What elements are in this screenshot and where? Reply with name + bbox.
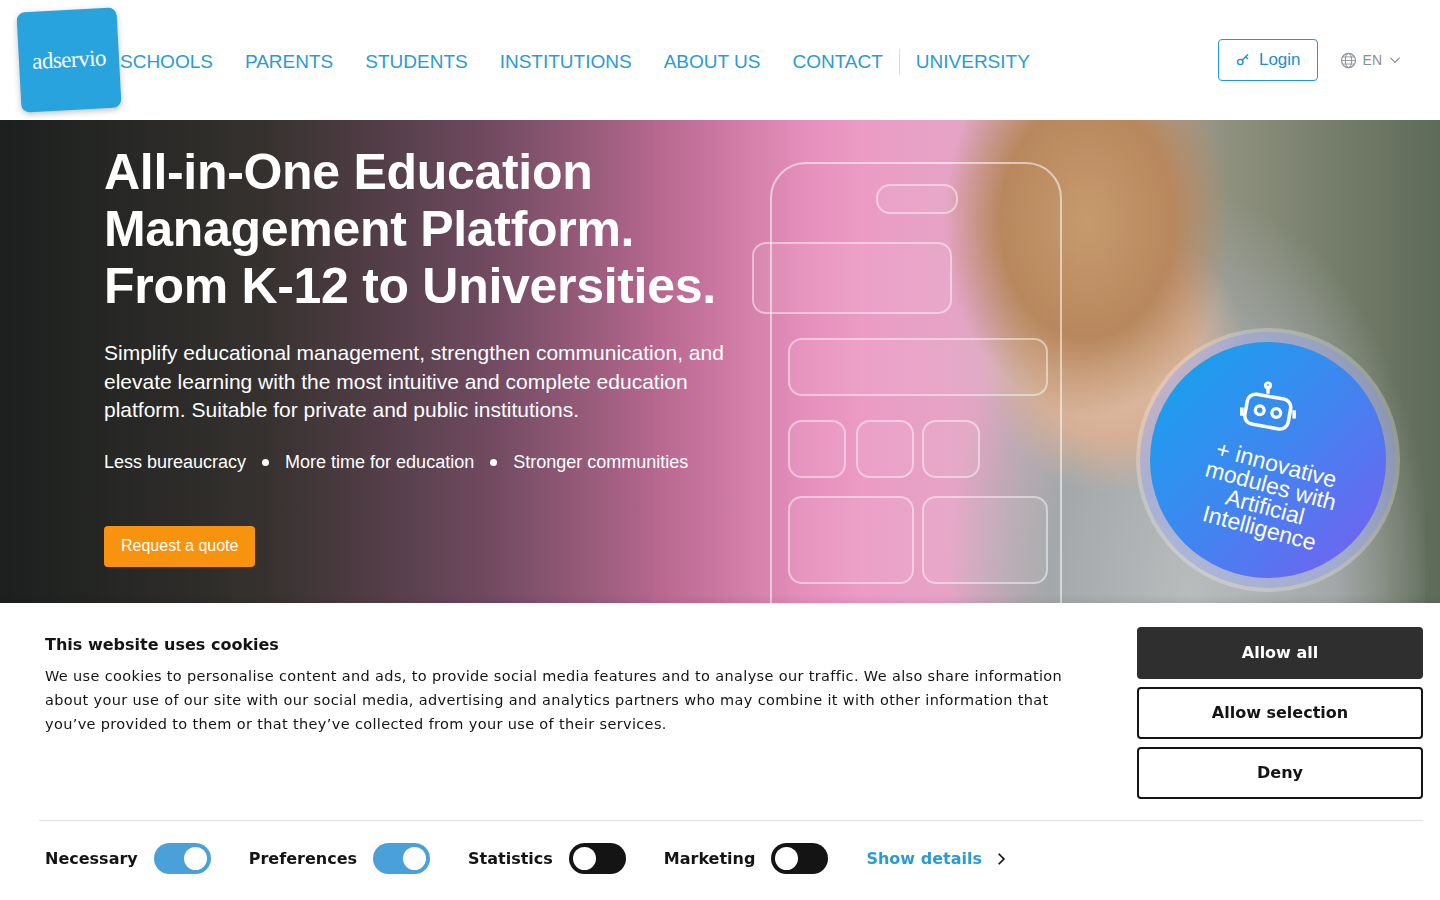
language-selector[interactable]: EN: [1340, 50, 1402, 71]
headline-line: All-in-One Education: [104, 144, 760, 201]
cookie-text-block: This website uses cookies We use cookies …: [39, 627, 1097, 820]
cookie-title: This website uses cookies: [45, 635, 1097, 654]
benefit-item: Stronger communities: [513, 449, 688, 476]
main-nav: SCHOOLS PARENTS STUDENTS INSTITUTIONS ABOUT …: [120, 48, 1030, 77]
nav-link[interactable]: CONTACT: [792, 48, 882, 77]
cookie-toggles: Necessary Preferences Statistics Marketing S…: [39, 821, 1423, 874]
key-icon: [1235, 52, 1251, 68]
header-actions: Login EN: [1218, 39, 1440, 81]
benefit-item: Less bureaucracy: [104, 449, 246, 476]
nav-divider: [899, 49, 900, 75]
cookie-banner: This website uses cookies We use cookies …: [0, 603, 1440, 900]
toggle-knob: [573, 847, 596, 870]
chevron-right-icon: [994, 852, 1008, 866]
site-header: adservioSCHOOLS PARENTS STUDENTS INSTITUTIO…: [0, 0, 1440, 120]
cookie-toggle[interactable]: Preferences: [249, 843, 430, 874]
benefit-item: More time for education: [285, 449, 474, 476]
show-details-link[interactable]: Show details: [866, 847, 1008, 871]
allow-selection-button[interactable]: Allow selection: [1137, 687, 1423, 739]
nav-link[interactable]: SCHOOLS: [120, 48, 213, 77]
cookie-toggle[interactable]: Necessary: [45, 843, 211, 874]
nav-link[interactable]: ABOUT US: [664, 48, 761, 77]
separator-dot: [490, 459, 497, 466]
nav-link[interactable]: PARENTS: [245, 48, 333, 77]
nav-link[interactable]: INSTITUTIONS: [500, 48, 632, 77]
login-label: Login: [1259, 47, 1301, 73]
toggle-knob: [775, 847, 798, 870]
toggle-switch[interactable]: [373, 843, 430, 874]
cookie-toggle[interactable]: Marketing: [664, 843, 829, 874]
separator-dot: [262, 459, 269, 466]
chevron-down-icon: [1388, 53, 1402, 67]
toggle-label: Statistics: [468, 847, 553, 871]
toggle-switch[interactable]: [154, 843, 211, 874]
deny-button[interactable]: Deny: [1137, 747, 1423, 799]
logo[interactable]: adservio: [16, 7, 121, 112]
globe-icon: [1340, 52, 1357, 69]
benefits-list: Less bureaucracy More time for education S…: [104, 449, 760, 476]
hero-subtitle: Simplify educational management, strengt…: [104, 339, 734, 425]
ai-badge: + innovative modules with Artificial Int…: [1150, 342, 1386, 578]
hero: All-in-One EducationManagement Platform.…: [0, 120, 1440, 680]
toggle-label: Preferences: [249, 847, 357, 871]
toggle-label: Necessary: [45, 847, 138, 871]
language-code: EN: [1363, 50, 1382, 71]
request-quote-button[interactable]: Request a quote: [104, 526, 255, 567]
cookie-toggle[interactable]: Statistics: [468, 843, 626, 874]
toggle-label: Marketing: [664, 847, 756, 871]
show-details-label: Show details: [866, 847, 982, 871]
hero-headline: All-in-One EducationManagement Platform.…: [104, 144, 760, 315]
toggle-knob: [184, 847, 207, 870]
cookie-description: We use cookies to personalise content an…: [45, 664, 1085, 736]
headline-line: Management Platform.: [104, 201, 760, 258]
robot-icon: [1235, 380, 1301, 446]
toggle-knob: [403, 847, 426, 870]
login-button[interactable]: Login: [1218, 39, 1318, 81]
headline-line: From K-12 to Universities.: [104, 258, 760, 315]
cookie-main: This website uses cookies We use cookies …: [39, 627, 1423, 821]
badge-text: + innovative modules with Artificial Int…: [1179, 433, 1356, 559]
toggle-switch[interactable]: [569, 843, 626, 874]
toggle-switch[interactable]: [771, 843, 828, 874]
allow-all-button[interactable]: Allow all: [1137, 627, 1423, 679]
nav-link[interactable]: STUDENTS: [365, 48, 467, 77]
cookie-buttons: Allow all Allow selection Deny: [1137, 627, 1423, 820]
nav-link[interactable]: UNIVERSITY: [916, 48, 1030, 77]
